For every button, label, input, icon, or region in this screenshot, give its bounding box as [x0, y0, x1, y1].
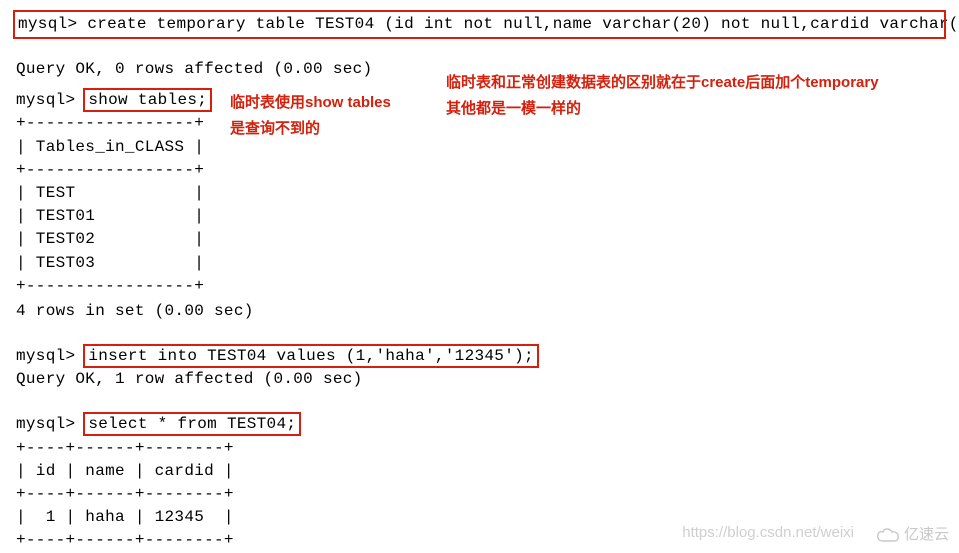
- insert-result: Query OK, 1 row affected (0.00 sec): [16, 368, 943, 391]
- create-command-box: mysql> create temporary table TEST04 (id…: [14, 11, 945, 38]
- annotation-temporary: 临时表和正常创建数据表的区别就在于create后面加个temporary 其他都…: [446, 70, 946, 121]
- create-command-text: create temporary table TEST04 (id int no…: [87, 15, 959, 33]
- result-border: +----+------+--------+: [16, 483, 943, 506]
- annotation-temporary-line2: 其他都是一模一样的: [446, 96, 946, 122]
- select-cmd: select * from TEST04;: [88, 415, 296, 433]
- mysql-prompt: mysql>: [18, 15, 77, 33]
- show-tables-box: show tables;: [85, 90, 210, 110]
- table-border: +-----------------+: [16, 159, 943, 182]
- csdn-watermark: https://blog.csdn.net/weixi: [682, 522, 854, 544]
- table-row: | TEST03 |: [16, 252, 943, 275]
- table-border: +-----------------+: [16, 275, 943, 298]
- table-row: | TEST01 |: [16, 205, 943, 228]
- yisu-watermark: 亿速云: [876, 524, 949, 546]
- result-header: | id | name | cardid |: [16, 460, 943, 483]
- cloud-icon: [876, 526, 902, 544]
- select-box: select * from TEST04;: [85, 414, 299, 434]
- mysql-prompt: mysql>: [16, 347, 75, 365]
- mysql-prompt: mysql>: [16, 91, 75, 109]
- show-result: 4 rows in set (0.00 sec): [16, 300, 943, 323]
- table-row: | TEST |: [16, 182, 943, 205]
- select-line: mysql> select * from TEST04;: [16, 413, 943, 436]
- mysql-prompt: mysql>: [16, 415, 75, 433]
- result-border: +----+------+--------+: [16, 437, 943, 460]
- annotation-temporary-line1: 临时表和正常创建数据表的区别就在于create后面加个temporary: [446, 70, 946, 96]
- insert-line: mysql> insert into TEST04 values (1,'hah…: [16, 345, 943, 368]
- insert-cmd: insert into TEST04 values (1,'haha','123…: [88, 347, 534, 365]
- table-row: | TEST02 |: [16, 228, 943, 251]
- insert-box: insert into TEST04 values (1,'haha','123…: [85, 346, 537, 366]
- yisu-text: 亿速云: [904, 524, 949, 546]
- annotation-show-tables: 临时表使用show tables是查询不到的: [230, 90, 400, 141]
- show-tables-cmd: show tables;: [88, 91, 207, 109]
- table-header: | Tables_in_CLASS |: [16, 136, 943, 159]
